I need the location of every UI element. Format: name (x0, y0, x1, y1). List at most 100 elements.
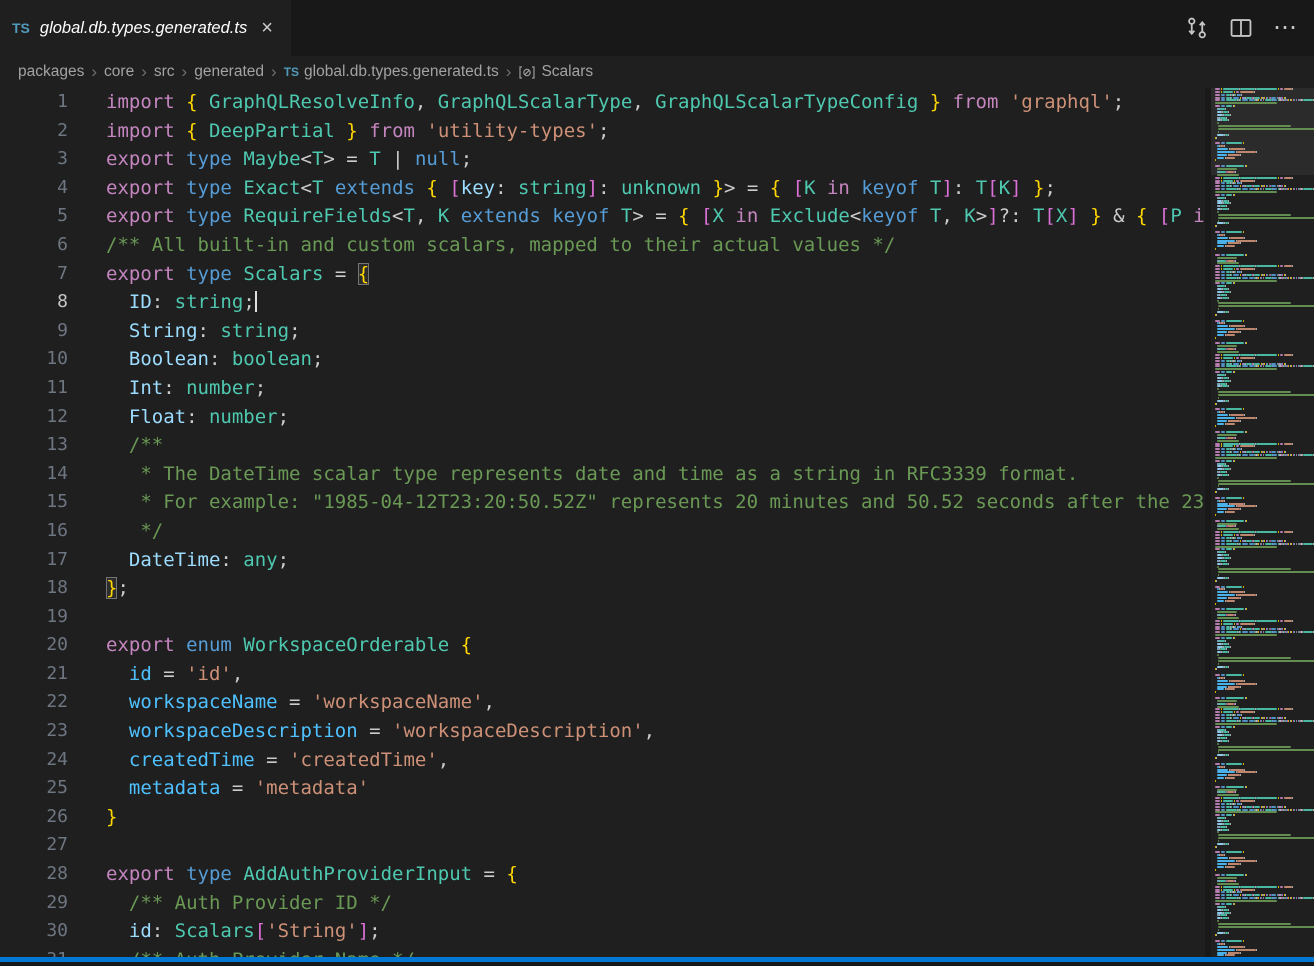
code-line[interactable]: 2import { DeepPartial } from 'utility-ty… (0, 117, 1205, 146)
line-number[interactable]: 19 (0, 603, 68, 632)
code-line[interactable]: 31 /** Auth Provider Name */ (0, 946, 1205, 957)
line-number[interactable]: 21 (0, 660, 68, 689)
code-line[interactable]: 13 /** (0, 431, 1205, 460)
line-number[interactable]: 13 (0, 431, 68, 460)
code-line[interactable]: 28 export type AddAuthProviderInput = { (0, 860, 1205, 889)
code-line[interactable]: 11 Int: number; (0, 374, 1205, 403)
code-text: id: Scalars['String']; (106, 917, 381, 946)
text-cursor (255, 291, 257, 312)
line-number[interactable]: 8 (0, 288, 68, 317)
editor[interactable]: 1 import { GraphQLResolveInfo, GraphQLSca… (0, 88, 1205, 957)
code-line[interactable]: 26} (0, 803, 1205, 832)
line-number[interactable]: 5 (0, 202, 68, 231)
code-text: ID: string; (106, 288, 257, 317)
code-line[interactable]: 22 workspaceName = 'workspaceName', (0, 688, 1205, 717)
breadcrumb-item-src[interactable]: src (154, 63, 175, 81)
chevron-right-icon: › (84, 62, 104, 82)
code-line[interactable]: 20 export enum WorkspaceOrderable { (0, 631, 1205, 660)
code-text: metadata = 'metadata' (106, 774, 369, 803)
code-line[interactable]: 30 id: Scalars['String']; (0, 917, 1205, 946)
code-line[interactable]: 1 import { GraphQLResolveInfo, GraphQLSca… (0, 88, 1205, 117)
line-number[interactable]: 18 (0, 574, 68, 603)
more-actions-button[interactable]: ⋯ (1273, 16, 1298, 40)
line-number[interactable]: 6 (0, 231, 68, 260)
typescript-file-icon: TS (12, 20, 30, 36)
code-lines: 1 import { GraphQLResolveInfo, GraphQLSca… (0, 88, 1205, 957)
line-number[interactable]: 27 (0, 831, 68, 860)
breadcrumb-item-generated[interactable]: generated (194, 63, 264, 81)
code-text: export type AddAuthProviderInput = { (106, 860, 518, 889)
minimap-content (1215, 88, 1314, 957)
chevron-right-icon: › (499, 62, 519, 82)
breadcrumb-file-label: global.db.types.generated.ts (304, 63, 499, 81)
code-line[interactable]: 4export type Exact<T extends { [key: str… (0, 174, 1205, 203)
line-number[interactable]: 24 (0, 746, 68, 775)
close-icon[interactable]: × (257, 16, 277, 40)
code-line[interactable]: 3export type Maybe<T> = T | null; (0, 145, 1205, 174)
tab-global-db-types-generated[interactable]: TS global.db.types.generated.ts × (0, 0, 291, 56)
line-number[interactable]: 31 (0, 946, 68, 957)
code-text: * For example: "1985-04-12T23:20:50.52Z"… (106, 488, 1205, 517)
code-text: workspaceDescription = 'workspaceDescrip… (106, 717, 655, 746)
line-number[interactable]: 20 (0, 631, 68, 660)
code-line[interactable]: 12 Float: number; (0, 403, 1205, 432)
line-number[interactable]: 15 (0, 488, 68, 517)
code-line[interactable]: 17 DateTime: any; (0, 546, 1205, 575)
breadcrumb-item-scalars[interactable]: Scalars (518, 63, 593, 81)
open-changes-button[interactable] (1185, 16, 1209, 40)
minimap[interactable] (1205, 88, 1314, 957)
code-line[interactable]: 23 workspaceDescription = 'workspaceDesc… (0, 717, 1205, 746)
code-line[interactable]: 24 createdTime = 'createdTime', (0, 746, 1205, 775)
line-number[interactable]: 22 (0, 688, 68, 717)
code-text: export type RequireFields<T, K extends k… (106, 202, 1205, 231)
code-line[interactable]: 9 String: string; (0, 317, 1205, 346)
line-number[interactable]: 17 (0, 546, 68, 575)
code-line[interactable]: 25 metadata = 'metadata' (0, 774, 1205, 803)
breadcrumb-item-packages[interactable]: packages (18, 63, 84, 81)
status-bar (0, 957, 1314, 962)
line-number[interactable]: 3 (0, 145, 68, 174)
line-number[interactable]: 29 (0, 889, 68, 918)
code-line[interactable]: 5 export type RequireFields<T, K extends … (0, 202, 1205, 231)
code-line[interactable]: 27 (0, 831, 1205, 860)
code-text: Int: number; (106, 374, 266, 403)
code-text: createdTime = 'createdTime', (106, 746, 449, 775)
line-number[interactable]: 30 (0, 917, 68, 946)
minimap-slider[interactable] (1211, 88, 1314, 175)
code-text: /** All built-in and custom scalars, map… (106, 231, 895, 260)
code-text: /** Auth Provider Name */ (106, 946, 415, 957)
line-number[interactable]: 28 (0, 860, 68, 889)
line-number[interactable]: 9 (0, 317, 68, 346)
line-number[interactable]: 14 (0, 460, 68, 489)
breadcrumb-item-core[interactable]: core (104, 63, 134, 81)
line-number[interactable]: 16 (0, 517, 68, 546)
line-number[interactable]: 2 (0, 117, 68, 146)
code-line[interactable]: 18}; (0, 574, 1205, 603)
line-number[interactable]: 7 (0, 260, 68, 289)
line-number[interactable]: 25 (0, 774, 68, 803)
code-line[interactable]: 15 * For example: "1985-04-12T23:20:50.5… (0, 488, 1205, 517)
line-number[interactable]: 11 (0, 374, 68, 403)
code-line[interactable]: 6 /** All built-in and custom scalars, ma… (0, 231, 1205, 260)
code-line[interactable]: 16 */ (0, 517, 1205, 546)
code-line[interactable]: 8 ID: string; (0, 288, 1205, 317)
code-text: import { GraphQLResolveInfo, GraphQLScal… (106, 88, 1124, 117)
line-number[interactable]: 23 (0, 717, 68, 746)
code-line[interactable]: 21 id = 'id', (0, 660, 1205, 689)
line-number[interactable]: 10 (0, 345, 68, 374)
line-number[interactable]: 4 (0, 174, 68, 203)
code-text: */ (106, 517, 163, 546)
line-number[interactable]: 12 (0, 403, 68, 432)
line-number[interactable]: 26 (0, 803, 68, 832)
breadcrumb-item-file[interactable]: TS global.db.types.generated.ts (284, 63, 499, 81)
code-text: Float: number; (106, 403, 289, 432)
code-line[interactable]: 19 (0, 603, 1205, 632)
code-line[interactable]: 10 Boolean: boolean; (0, 345, 1205, 374)
code-line[interactable]: 29 /** Auth Provider ID */ (0, 889, 1205, 918)
code-text: export enum WorkspaceOrderable { (106, 631, 472, 660)
split-editor-button[interactable] (1229, 16, 1253, 40)
symbol-type-icon (518, 65, 536, 80)
code-line[interactable]: 7export type Scalars = { (0, 260, 1205, 289)
line-number[interactable]: 1 (0, 88, 68, 117)
code-line[interactable]: 14 * The DateTime scalar type represents… (0, 460, 1205, 489)
